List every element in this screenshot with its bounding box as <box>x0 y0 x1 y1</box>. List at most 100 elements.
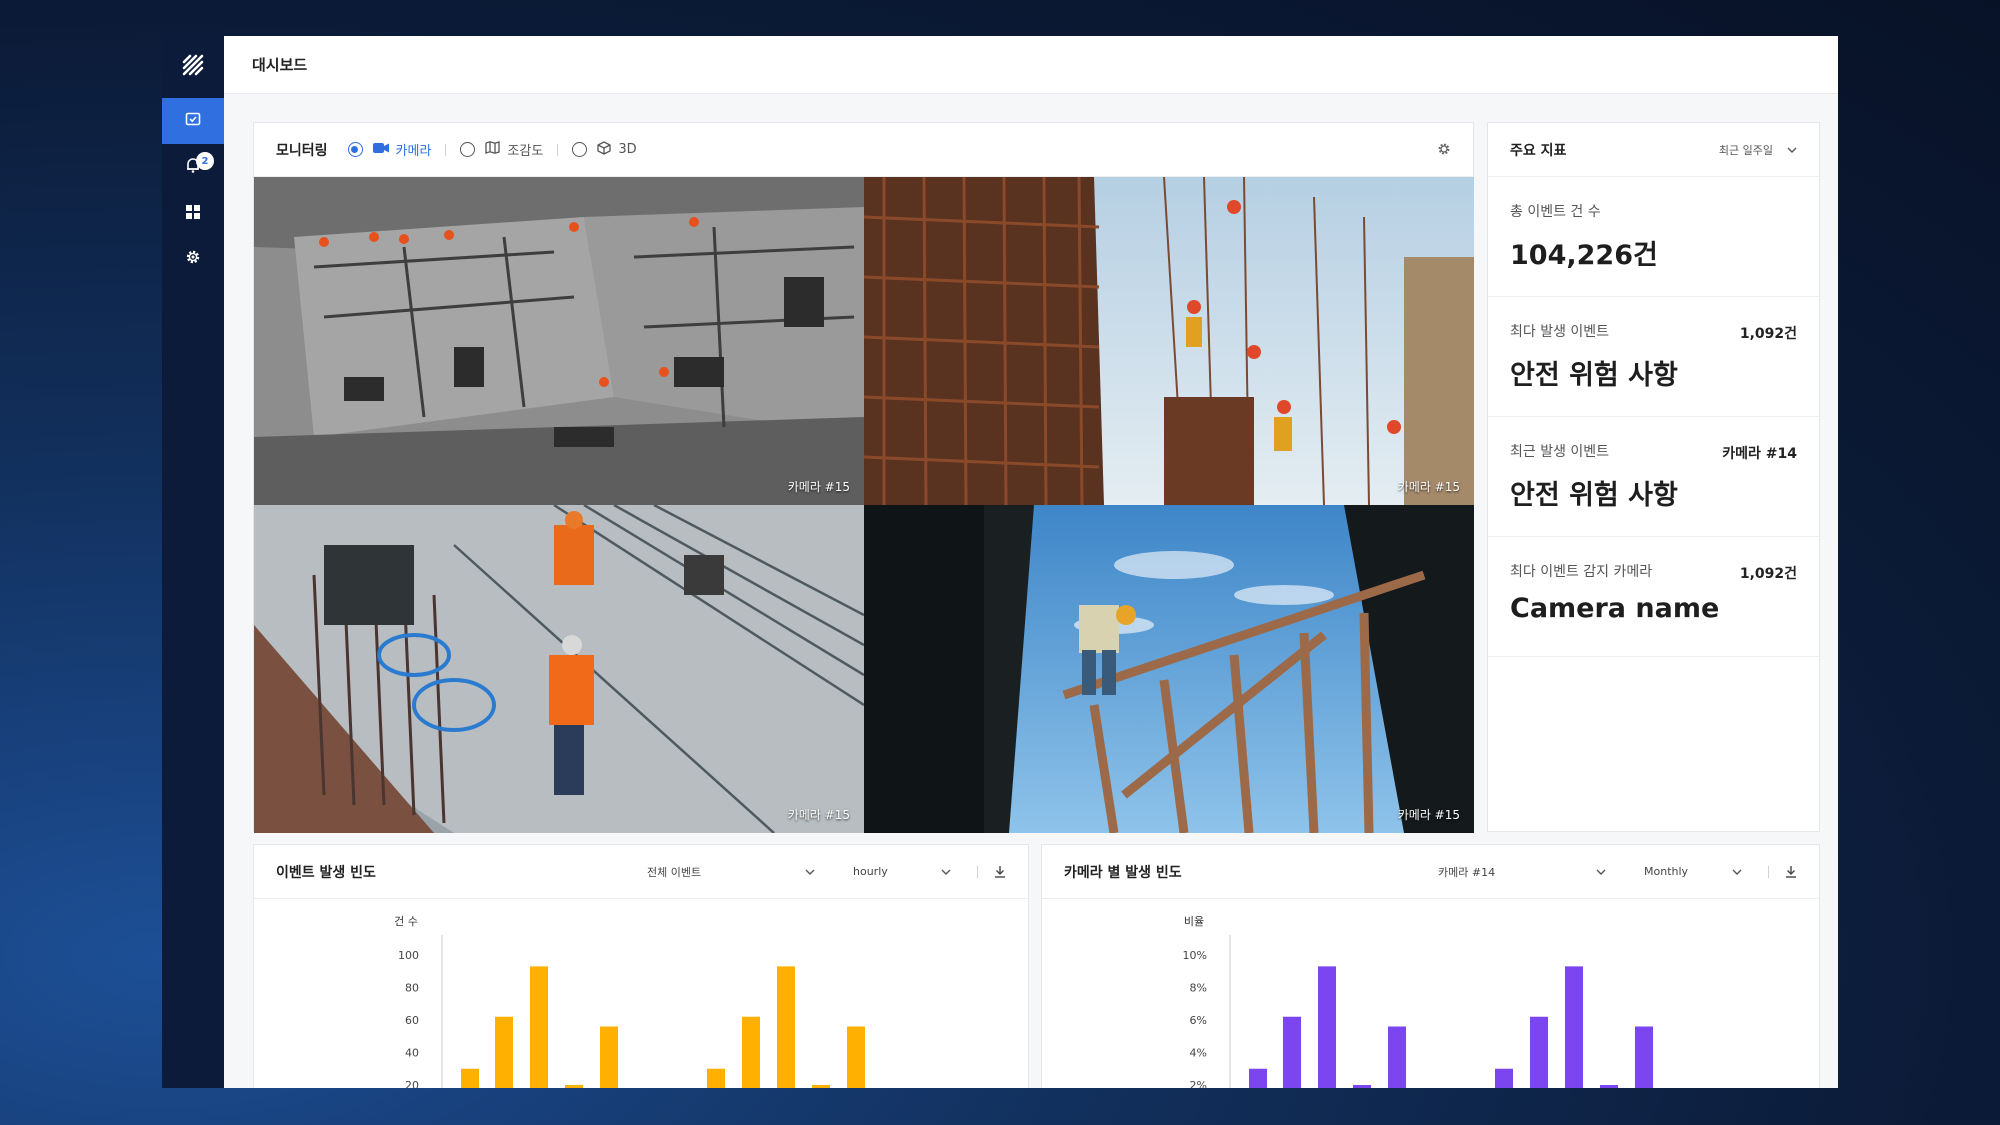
nav-dashboard[interactable] <box>162 98 224 144</box>
cube-icon <box>597 140 611 159</box>
monitoring-title: 모니터링 <box>276 142 328 159</box>
camera-frequency-header: 카메라 별 발생 빈도 카메라 #14 Monthly <box>1042 845 1819 899</box>
chart-bar[interactable] <box>847 1026 865 1089</box>
period-select-value: 최근 일주일 <box>1718 143 1773 157</box>
option-camera[interactable]: 카메라 <box>372 140 432 159</box>
camera-frequency-controls: 카메라 #14 Monthly <box>1438 864 1797 880</box>
chart-bar[interactable] <box>461 1068 479 1088</box>
kpi-side-value: 카메라 #14 <box>1722 446 1797 462</box>
chart-bar[interactable] <box>1530 1016 1548 1088</box>
chart-bar[interactable] <box>1388 1026 1406 1089</box>
birdseye-radio[interactable] <box>460 142 476 157</box>
camera-label: 카메라 #15 <box>1397 480 1460 494</box>
chart-bar[interactable] <box>812 1085 830 1088</box>
interval-select[interactable]: hourly <box>853 865 951 878</box>
dashboard-check-icon <box>185 111 201 131</box>
kpi-label: 총 이벤트 건 수 <box>1510 204 1601 220</box>
chart-bar[interactable] <box>1318 966 1336 1088</box>
camera-feed-3-image <box>254 505 864 833</box>
event-frequency-chart: 건 수 100 80 60 40 20 <box>394 915 865 1089</box>
kpi-value: 104,226건 <box>1510 240 1658 271</box>
chart-bar[interactable] <box>707 1068 725 1088</box>
option-birdseye[interactable]: 조감도 <box>485 140 543 159</box>
kpi-value: 안전 위험 사항 <box>1510 360 1678 391</box>
chevron-down-icon <box>805 865 815 878</box>
camera-label: 카메라 #15 <box>1397 808 1460 822</box>
camera-radio[interactable] <box>347 142 363 157</box>
camera-select[interactable]: 카메라 #14 <box>1438 864 1606 880</box>
chart-bar[interactable] <box>530 966 548 1088</box>
interval-select-value: hourly <box>853 865 888 878</box>
chart-bar[interactable] <box>1600 1085 1618 1088</box>
option-3d[interactable]: 3D <box>597 140 637 159</box>
y-tick-label: 6% <box>1190 1014 1207 1027</box>
logo-icon[interactable] <box>162 50 224 80</box>
event-frequency-panel: 이벤트 발생 빈도 전체 이벤트 hourly 건 수 100 80 60 40 20 <box>253 844 1029 1088</box>
y-tick-label: 10% <box>1183 949 1207 962</box>
camera-feed-2[interactable]: 카메라 #15 <box>864 177 1474 505</box>
chart-bar[interactable] <box>1565 966 1583 1088</box>
3d-radio[interactable] <box>572 142 588 157</box>
camera-feed-4-image <box>864 505 1474 833</box>
camera-frequency-title: 카메라 별 발생 빈도 <box>1064 864 1182 881</box>
y-axis-label: 건 수 <box>394 915 418 928</box>
divider <box>977 865 978 878</box>
camera-feed-3[interactable]: 카메라 #15 <box>254 505 864 833</box>
kpi-value: Camera name <box>1510 593 1720 624</box>
kpi-title: 주요 지표 <box>1510 142 1567 159</box>
interval-select-value: Monthly <box>1644 865 1689 878</box>
camera-feed-2-image <box>864 177 1474 505</box>
y-tick-label: 60 <box>405 1014 419 1027</box>
y-tick-label: 100 <box>398 949 419 962</box>
option-camera-label: 카메라 <box>395 144 432 159</box>
event-type-select[interactable]: 전체 이벤트 <box>647 864 815 880</box>
option-3d-label: 3D <box>618 142 637 157</box>
video-camera-icon <box>372 142 389 158</box>
period-select[interactable]: 최근 일주일 <box>1719 142 1797 158</box>
gear-icon <box>185 249 201 269</box>
chart-bar[interactable] <box>600 1026 618 1089</box>
event-frequency-title: 이벤트 발생 빈도 <box>276 864 376 881</box>
camera-feed-4[interactable]: 카메라 #15 <box>864 505 1474 833</box>
chart-bar[interactable] <box>742 1016 760 1088</box>
chart-bar[interactable] <box>777 966 795 1088</box>
chart-bar[interactable] <box>1495 1068 1513 1088</box>
kpi-top-event: 최다 발생 이벤트 1,092건 안전 위험 사항 <box>1488 297 1819 417</box>
monitoring-panel: 모니터링 카메라 조감도 3D 카메라 #15 카메라 #15 카메라 #15 … <box>253 122 1474 833</box>
chart-bar[interactable] <box>1635 1026 1653 1089</box>
grid-icon <box>186 204 200 223</box>
nav-settings[interactable] <box>162 236 224 282</box>
camera-feed-1-image <box>254 177 864 505</box>
interval-select[interactable]: Monthly <box>1644 865 1742 878</box>
notification-badge: 2 <box>196 152 214 170</box>
kpi-total-events: 총 이벤트 건 수 104,226건 <box>1488 177 1819 297</box>
y-tick-label: 40 <box>405 1047 419 1060</box>
download-icon[interactable] <box>994 865 1006 878</box>
chevron-down-icon <box>1787 143 1797 156</box>
chart-bar[interactable] <box>1283 1016 1301 1088</box>
y-tick-label: 4% <box>1190 1047 1207 1060</box>
download-icon[interactable] <box>1785 865 1797 878</box>
chart-bar[interactable] <box>1353 1085 1371 1088</box>
chart-bar[interactable] <box>495 1016 513 1088</box>
chevron-down-icon <box>1596 865 1606 878</box>
nav-apps[interactable] <box>162 190 224 236</box>
camera-select-value: 카메라 #14 <box>1438 865 1496 879</box>
camera-feed-1[interactable]: 카메라 #15 <box>254 177 864 505</box>
chart-bar[interactable] <box>1249 1068 1267 1088</box>
nav-notifications[interactable]: 2 <box>162 144 224 190</box>
app-window: 2 대시보드 모니터링 카메라 조감도 3D 카메라 #15 카메라 #15 카… <box>162 36 1838 1088</box>
chart-bar[interactable] <box>565 1085 583 1088</box>
camera-label: 카메라 #15 <box>787 480 850 494</box>
kpi-panel: 주요 지표 최근 일주일 총 이벤트 건 수 104,226건 최다 발생 이벤… <box>1487 122 1820 832</box>
camera-frequency-chart: 비율 10% 8% 6% 4% 2% <box>1183 915 1653 1089</box>
kpi-recent-event: 최근 발생 이벤트 카메라 #14 안전 위험 사항 <box>1488 417 1819 537</box>
chevron-down-icon <box>941 865 951 878</box>
event-frequency-header: 이벤트 발생 빈도 전체 이벤트 hourly <box>254 845 1028 899</box>
y-tick-label: 80 <box>405 982 419 995</box>
y-axis-label: 비율 <box>1184 915 1204 928</box>
monitoring-settings-icon[interactable] <box>1437 142 1451 160</box>
y-tick-label: 20 <box>405 1079 419 1088</box>
camera-label: 카메라 #15 <box>787 808 850 822</box>
event-type-select-value: 전체 이벤트 <box>647 865 702 879</box>
